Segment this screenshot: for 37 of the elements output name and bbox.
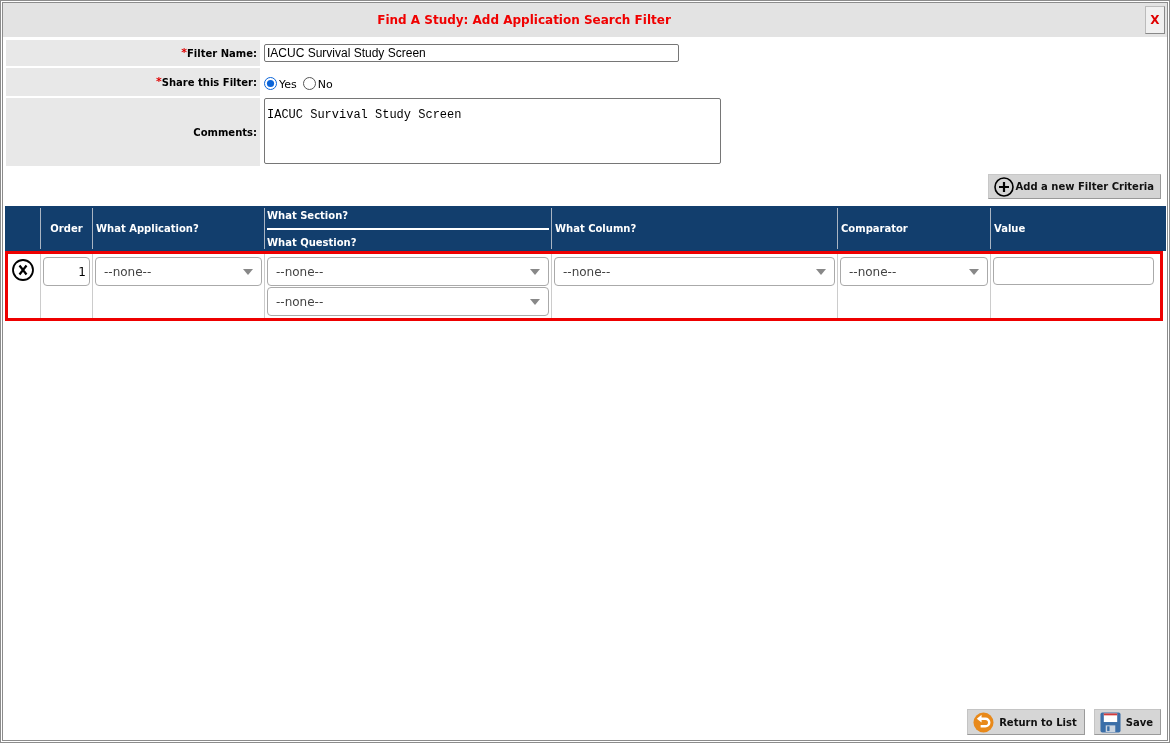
caret-icon bbox=[530, 298, 540, 305]
dropdown[interactable]: --none-- bbox=[95, 257, 262, 286]
field-label: Share this Filter: bbox=[161, 75, 257, 90]
plus-circle-icon bbox=[993, 176, 1014, 197]
caret-icon bbox=[530, 268, 540, 275]
order-field[interactable]: 1 bbox=[43, 257, 90, 286]
comments-textarea[interactable]: IACUC Survival Study Screen bbox=[264, 98, 721, 164]
footer-button[interactable]: Return to List bbox=[967, 709, 1085, 735]
dialog-title: Find A Study: Add Application Search Filter bbox=[376, 12, 672, 29]
caret-icon bbox=[243, 268, 253, 275]
footer-button[interactable]: Save bbox=[1093, 709, 1161, 735]
add-criteria-button[interactable]: Add a new Filter Criteria bbox=[987, 174, 1161, 199]
dropdown[interactable]: --none-- bbox=[554, 257, 835, 286]
dropdown[interactable]: --none-- bbox=[267, 257, 549, 286]
radio-label[interactable]: Yes bbox=[279, 74, 297, 94]
column-header: What Section? bbox=[267, 209, 350, 222]
dropdown[interactable]: --none-- bbox=[267, 287, 549, 316]
required-asterisk: * bbox=[156, 73, 162, 90]
column-header: What Question? bbox=[267, 236, 358, 249]
column-header: Comparator bbox=[841, 222, 908, 236]
field-label: Comments: bbox=[193, 125, 257, 140]
column-header: What Application? bbox=[96, 222, 199, 236]
close-button[interactable]: X bbox=[1145, 6, 1165, 34]
value-field[interactable] bbox=[993, 257, 1154, 285]
column-header: What Column? bbox=[555, 222, 637, 236]
dropdown[interactable]: --none-- bbox=[840, 257, 988, 286]
column-header: Order bbox=[50, 222, 83, 236]
required-asterisk: * bbox=[181, 44, 187, 61]
radio-button[interactable] bbox=[264, 77, 277, 91]
radio-button[interactable] bbox=[302, 77, 316, 91]
text-field[interactable]: IACUC Survival Study Screen bbox=[264, 44, 679, 62]
column-header: Value bbox=[994, 222, 1026, 236]
radio-label[interactable]: No bbox=[317, 74, 333, 94]
caret-icon bbox=[969, 268, 979, 275]
caret-icon bbox=[816, 268, 826, 275]
remove-circle-x-icon[interactable] bbox=[11, 259, 34, 281]
field-label: Filter Name: bbox=[187, 46, 257, 61]
